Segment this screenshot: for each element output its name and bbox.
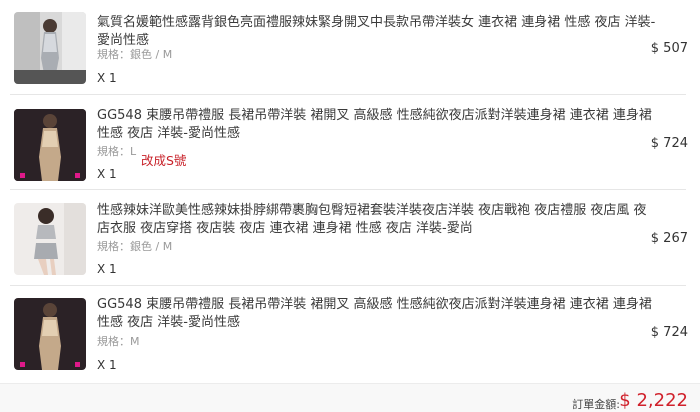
order-item: 氣質名媛範性感露背銀色亮面禮服辣妹緊身開叉中長款吊帶洋裝女 連衣裙 連身裙 性感… xyxy=(0,0,700,95)
product-price: $ 724 xyxy=(650,136,688,151)
product-thumbnail[interactable] xyxy=(14,12,86,84)
product-thumbnail[interactable] xyxy=(14,203,86,275)
product-photo-icon xyxy=(14,12,86,84)
order-item: 性感辣妹洋歐美性感辣妹掛脖綁帶裹胸包臀短裙套裝洋裝夜店洋裝 夜店戰袍 夜店禮服 … xyxy=(0,191,700,286)
product-title[interactable]: GG548 束腰吊帶禮服 長裙吊帶洋裝 裙開叉 高級感 性感純欲夜店派對洋裝連身… xyxy=(97,296,657,332)
order-item: GG548 束腰吊帶禮服 長裙吊帶洋裝 裙開叉 高級感 性感純欲夜店派對洋裝連身… xyxy=(0,95,700,190)
product-quantity: X 1 xyxy=(97,71,117,85)
product-thumbnail[interactable] xyxy=(14,109,86,181)
product-photo-icon xyxy=(14,109,86,181)
product-spec: 規格：銀色 / M xyxy=(97,48,173,61)
order-total-label: 訂單金額: xyxy=(572,398,620,411)
product-title[interactable]: 性感辣妹洋歐美性感辣妹掛脖綁帶裹胸包臀短裙套裝洋裝夜店洋裝 夜店戰袍 夜店禮服 … xyxy=(97,202,657,238)
order-total-value: $ 2,222 xyxy=(619,390,688,411)
product-spec: 規格：L xyxy=(97,145,137,158)
product-spec: 規格：M xyxy=(97,335,140,348)
product-price: $ 507 xyxy=(650,41,688,56)
product-price: $ 724 xyxy=(650,325,688,340)
product-quantity: X 1 xyxy=(97,262,117,276)
product-photo-icon xyxy=(14,298,86,370)
product-quantity: X 1 xyxy=(97,167,117,181)
product-quantity: X 1 xyxy=(97,358,117,372)
order-item: GG548 束腰吊帶禮服 長裙吊帶洋裝 裙開叉 高級感 性感純欲夜店派對洋裝連身… xyxy=(0,288,700,383)
product-price: $ 267 xyxy=(650,231,688,246)
customer-note: 改成S號 xyxy=(141,153,187,168)
product-spec: 規格：銀色 / M xyxy=(97,240,173,253)
product-thumbnail[interactable] xyxy=(14,298,86,370)
product-title[interactable]: 氣質名媛範性感露背銀色亮面禮服辣妹緊身開叉中長款吊帶洋裝女 連衣裙 連身裙 性感… xyxy=(97,14,657,50)
order-total-bar: 訂單金額: $ 2,222 xyxy=(0,383,700,412)
product-photo-icon xyxy=(14,203,86,275)
product-title[interactable]: GG548 束腰吊帶禮服 長裙吊帶洋裝 裙開叉 高級感 性感純欲夜店派對洋裝連身… xyxy=(97,107,657,143)
